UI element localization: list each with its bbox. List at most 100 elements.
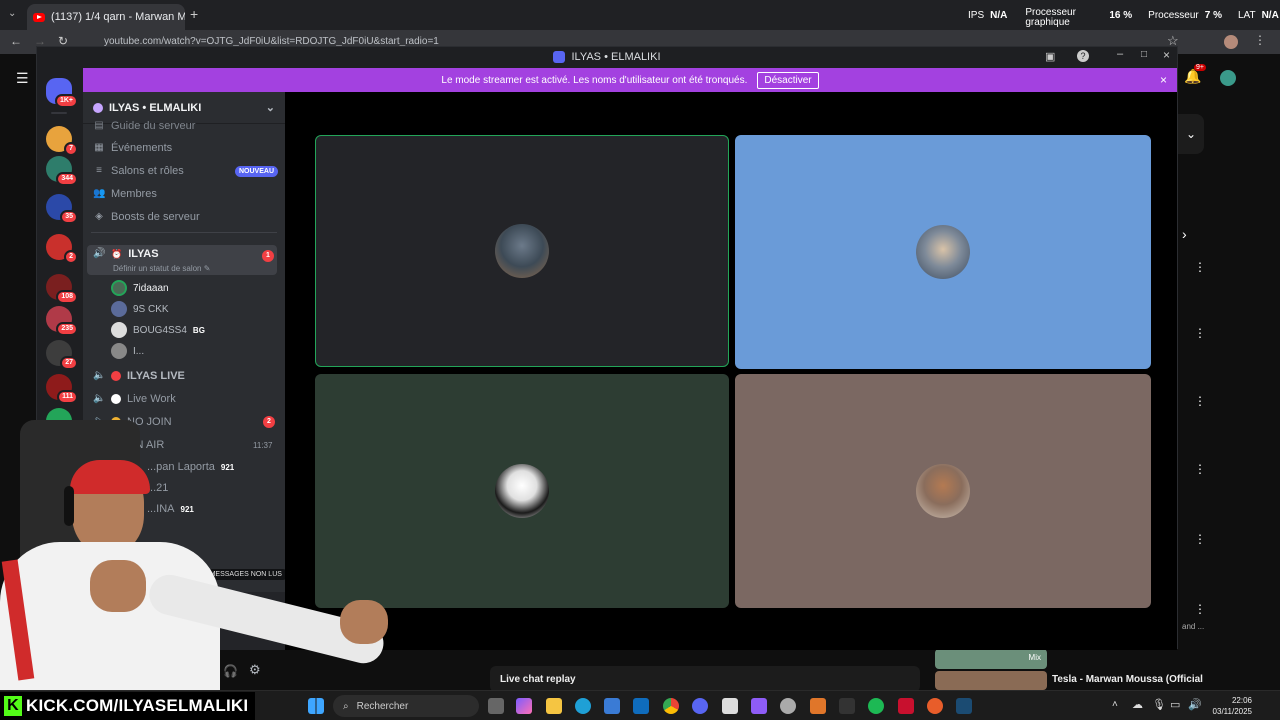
participant-tile-4[interactable] [735, 374, 1151, 608]
disconnect-icon[interactable]: ☎ [253, 597, 268, 611]
more-icon[interactable]: ⋮ [1194, 532, 1206, 546]
menu-guide[interactable]: ▤ Guide du serveur [93, 120, 195, 132]
channel-item[interactable]: 🔈 Live Work [93, 393, 273, 405]
voice-user[interactable]: BOUG4SS4 BG [111, 322, 205, 338]
unread-pill-text: ...UVEAUX MESSAGES NON LUS [173, 571, 282, 578]
network-icon[interactable]: ▭ [1170, 698, 1180, 711]
participant-tile-3[interactable] [315, 374, 729, 608]
task-view-icon[interactable] [488, 698, 504, 714]
new-tab-button[interactable]: + [190, 6, 198, 22]
close-window-icon[interactable]: × [1163, 48, 1170, 62]
server-icon-8[interactable]: 111 [46, 374, 78, 404]
next-video-thumb[interactable] [935, 671, 1047, 690]
menu-boosts[interactable]: ◈ Boosts de serveur [93, 211, 200, 223]
server-icon-4[interactable]: 2 [46, 234, 78, 264]
voice-user[interactable]: 7idaaan [111, 280, 169, 296]
volume-icon[interactable]: 🔊 [1188, 698, 1202, 711]
tray-chevron-icon[interactable]: ˄ [1112, 699, 1118, 710]
unread-messages-pill[interactable]: ...UVEAUX MESSAGES NON LUS [167, 569, 288, 580]
menu-events[interactable]: ▦ Événements [93, 142, 172, 154]
voice-status-text: Définir un statut de salon [113, 264, 202, 273]
windows-start-icon[interactable] [308, 698, 324, 714]
minimize-icon[interactable]: – [1117, 48, 1123, 60]
chrome-icon[interactable] [663, 698, 679, 714]
settings-gear-icon[interactable]: ⚙ [249, 662, 261, 678]
voice-user[interactable]: 9S CKK [111, 301, 169, 317]
channel-name: ON AIR [127, 439, 165, 451]
channel-item[interactable]: 🔈 NO JOIN 2 [93, 416, 275, 428]
channel-item[interactable]: 🔈 ILYAS LIVE [93, 370, 273, 382]
taskbar-search[interactable]: ⌕ Rechercher [333, 695, 479, 717]
server-badge: 1K+ [54, 94, 78, 108]
more-icon[interactable]: ⋮ [1194, 394, 1206, 408]
server-icon-6[interactable]: 235 [46, 306, 78, 336]
outlook-icon[interactable] [633, 698, 649, 714]
channel-name: ...pan Laporta [147, 461, 215, 473]
discord-icon[interactable] [692, 698, 708, 714]
file-explorer-icon[interactable] [546, 698, 562, 714]
copilot-icon[interactable] [516, 698, 532, 714]
more-icon[interactable]: ⋮ [1194, 326, 1206, 340]
mic-tray-icon[interactable]: 🎙 [1152, 698, 1166, 711]
user-name: 7idaaan [133, 282, 169, 294]
gamepad-icon[interactable] [751, 698, 767, 714]
obs-icon[interactable] [810, 698, 826, 714]
participant-tile-2[interactable] [735, 135, 1151, 369]
members-icon: 👥 [93, 188, 106, 199]
app-icon[interactable] [722, 698, 738, 714]
gpu-value: 16 % [1109, 10, 1133, 21]
browser-tab-youtube[interactable]: (1137) 1/4 qarn - Marwan Mou... × [27, 4, 185, 30]
next-chevron-icon[interactable]: › [1182, 226, 1187, 242]
microphone-icon[interactable]: 🎙 [199, 664, 213, 677]
participant-avatar-3 [495, 464, 549, 518]
app-orange-icon[interactable] [927, 698, 943, 714]
clock[interactable]: 22:06 03/11/2025 [1208, 695, 1252, 717]
mix-thumbnail[interactable]: Mix [935, 649, 1047, 669]
back-icon[interactable]: ← [10, 34, 22, 48]
menu-members[interactable]: 👥 Membres [93, 188, 157, 200]
server-icon-7[interactable]: 27 [46, 340, 78, 370]
edge-icon[interactable] [575, 698, 591, 714]
calendar-icon: ▦ [94, 142, 104, 153]
menu-icon[interactable]: ⋮ [1254, 33, 1266, 47]
notification-bell-icon[interactable]: 🔔 9+ [1184, 64, 1206, 85]
collapse-chevron-icon[interactable]: ⌄ [1178, 114, 1204, 154]
voice-status[interactable]: Définir un statut de salon ✎ [113, 264, 210, 273]
tab-list-chevron[interactable]: ⌄ [8, 8, 16, 19]
server-icon-3[interactable]: 35 [46, 194, 78, 224]
voice-channel-ilyas[interactable]: 🔊 ⏰ ILYAS [93, 248, 159, 260]
account-avatar[interactable] [1220, 70, 1236, 86]
menu-channels-roles[interactable]: ≡ Salons et rôles NOUVEAU [93, 165, 279, 177]
server-icon-1[interactable]: 7 [46, 126, 78, 156]
screen-off-icon[interactable]: ⧄ [229, 598, 237, 613]
store-icon[interactable] [604, 698, 620, 714]
more-icon[interactable]: ⋮ [1194, 602, 1206, 616]
next-video-title[interactable]: Tesla - Marwan Moussa (Official [1052, 674, 1203, 685]
steam-icon[interactable] [956, 698, 972, 714]
server-icon-2[interactable]: 344 [46, 156, 78, 186]
channel-item[interactable]: 🔈 ON AIR 11:37 [93, 439, 273, 451]
xbox-icon[interactable] [780, 698, 796, 714]
search-label: Rechercher [356, 700, 409, 712]
hamburger-icon[interactable]: ☰ [16, 70, 29, 87]
help-icon[interactable]: ? [1077, 50, 1089, 62]
app-red-icon[interactable] [898, 698, 914, 714]
audio-icon[interactable] [839, 698, 855, 714]
server-icon-5[interactable]: 108 [46, 274, 78, 304]
guide-icon: ▤ [94, 120, 104, 131]
spotify-icon[interactable] [868, 698, 884, 714]
more-icon[interactable]: ⋮ [1194, 462, 1206, 476]
more-icon[interactable]: ⋮ [1194, 260, 1206, 274]
wifi-icon[interactable]: ☁ [1132, 698, 1143, 711]
inbox-icon[interactable]: ▣ [1045, 50, 1055, 63]
participant-tile-1[interactable] [315, 135, 729, 367]
close-banner-icon[interactable]: × [1160, 73, 1167, 87]
server-badge-icon [93, 102, 103, 113]
voice-user[interactable]: I... [111, 343, 144, 359]
maximize-icon[interactable]: □ [1141, 49, 1147, 60]
disable-streamer-button[interactable]: Désactiver [757, 71, 819, 89]
headphones-icon[interactable]: 🎧 [223, 664, 238, 678]
live-chat-replay[interactable]: Live chat replay [490, 666, 920, 692]
server-icon-0[interactable]: 1K+ [46, 78, 78, 108]
profile-avatar[interactable] [1224, 35, 1238, 49]
